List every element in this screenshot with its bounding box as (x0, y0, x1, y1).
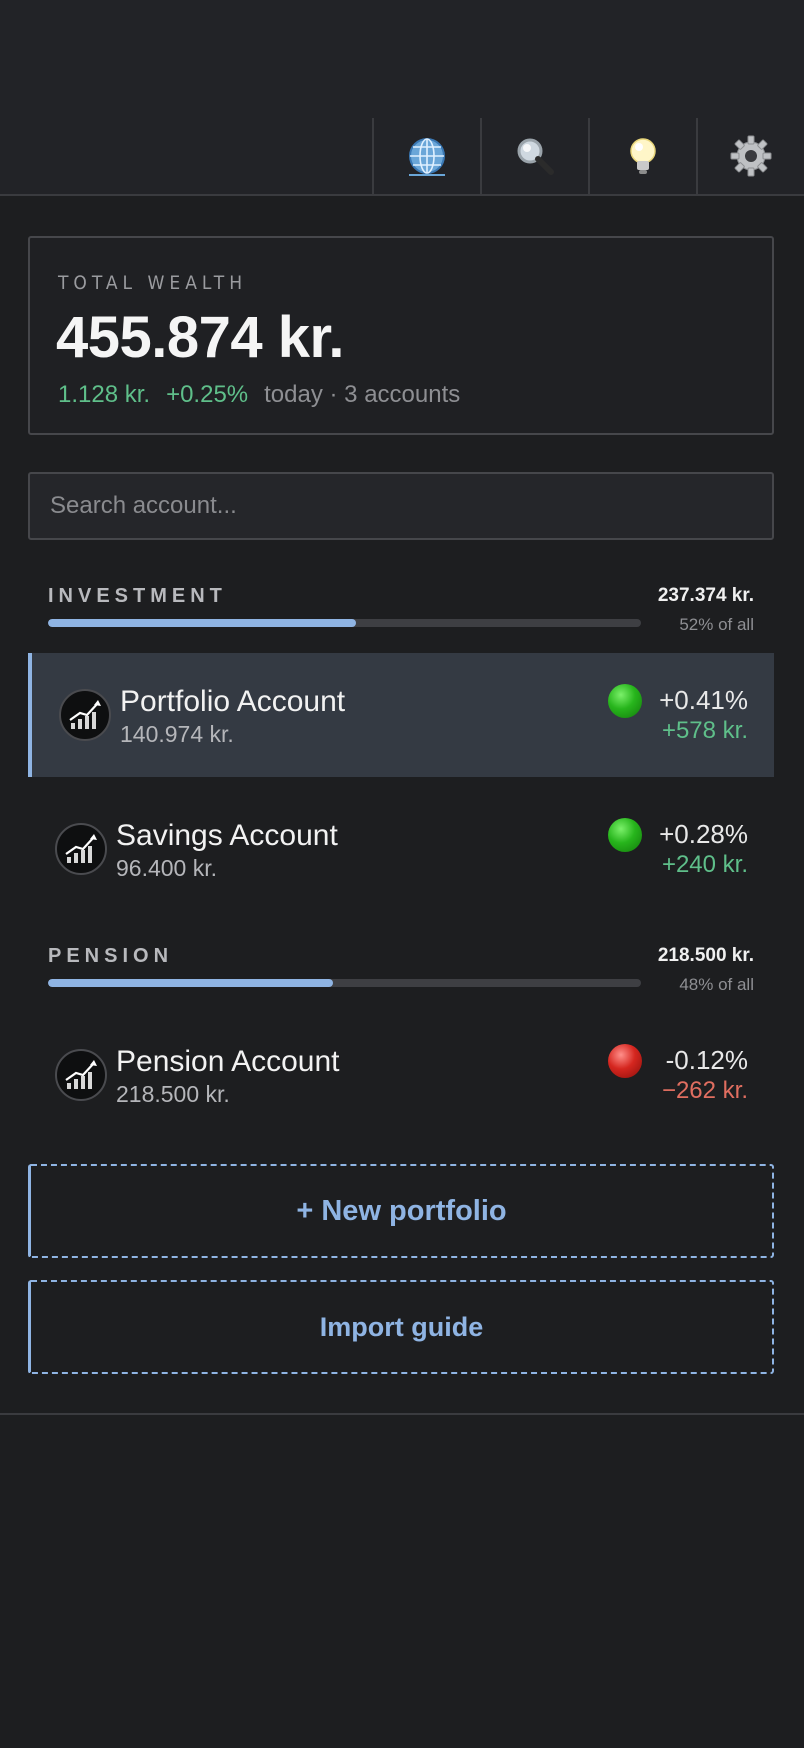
new-portfolio-button[interactable]: + New portfolio (28, 1164, 774, 1258)
group-header-pension: PENSION 218.500 kr. 48% of all (48, 945, 754, 1005)
group-total: 237.374 kr. (657, 585, 754, 606)
group-name: INVESTMENT (48, 585, 227, 607)
account-row-savings[interactable]: Savings Account 96.400 kr. +0.28% +240 k… (28, 787, 774, 911)
account-change-percent: +0.28% (659, 819, 748, 849)
account-row-portfolio[interactable]: Portfolio Account 140.974 kr. +0.41% +57… (28, 653, 774, 777)
top-bar (0, 0, 804, 196)
chart-growth-icon (55, 1049, 107, 1101)
divider (0, 1413, 804, 1415)
account-name: Portfolio Account (120, 685, 346, 718)
group-share-bar (48, 979, 641, 987)
change-period: today · 3 accounts (264, 381, 461, 408)
group-share-fill (48, 979, 333, 987)
search-input[interactable] (28, 472, 774, 540)
magnifier-icon (517, 138, 554, 175)
group-share-bar (48, 619, 641, 627)
tips-button[interactable] (588, 118, 696, 194)
status-up-indicator (608, 818, 642, 852)
group-total: 218.500 kr. (657, 945, 754, 966)
total-wealth-label: TOTAL WEALTH (58, 272, 248, 294)
chart-growth-icon (55, 823, 107, 875)
account-change-percent: -0.12% (665, 1045, 748, 1075)
toolbar (372, 118, 804, 194)
gear-icon (730, 135, 772, 177)
account-balance: 96.400 kr. (116, 855, 218, 881)
total-wealth-value: 455.874 kr. (56, 305, 345, 370)
group-header-investment: INVESTMENT 237.374 kr. 52% of all (48, 585, 754, 645)
lightbulb-icon (630, 138, 656, 174)
daily-change-amount: 1.128 kr. (58, 381, 151, 408)
account-change-percent: +0.41% (659, 685, 748, 715)
group-share-fill (48, 619, 357, 627)
account-row-pension[interactable]: Pension Account 218.500 kr. -0.12% −262 … (28, 1013, 774, 1137)
settings-button[interactable] (696, 118, 804, 194)
account-name: Pension Account (116, 1045, 340, 1078)
status-down-indicator (608, 1044, 642, 1078)
account-change-amount: +578 kr. (661, 717, 748, 744)
status-up-indicator (608, 684, 642, 718)
globe-icon (409, 138, 445, 176)
daily-change-percent: +0.25% (166, 381, 249, 408)
account-change-amount: −262 kr. (661, 1077, 748, 1104)
language-button[interactable] (372, 118, 480, 194)
account-balance: 218.500 kr. (116, 1081, 230, 1107)
group-name: PENSION (48, 945, 174, 967)
import-guide-button[interactable]: Import guide (28, 1280, 774, 1374)
group-share-label: 52% of all (679, 615, 754, 634)
search-button[interactable] (480, 118, 588, 194)
account-name: Savings Account (116, 819, 338, 852)
total-wealth-card: TOTAL WEALTH 455.874 kr. 1.128 kr. +0.25… (28, 236, 774, 435)
account-change-amount: +240 kr. (661, 851, 748, 878)
account-balance: 140.974 kr. (120, 721, 234, 747)
daily-change: 1.128 kr. +0.25% today · 3 accounts (58, 381, 460, 409)
group-share-label: 48% of all (679, 975, 754, 994)
chart-growth-icon (59, 689, 111, 741)
